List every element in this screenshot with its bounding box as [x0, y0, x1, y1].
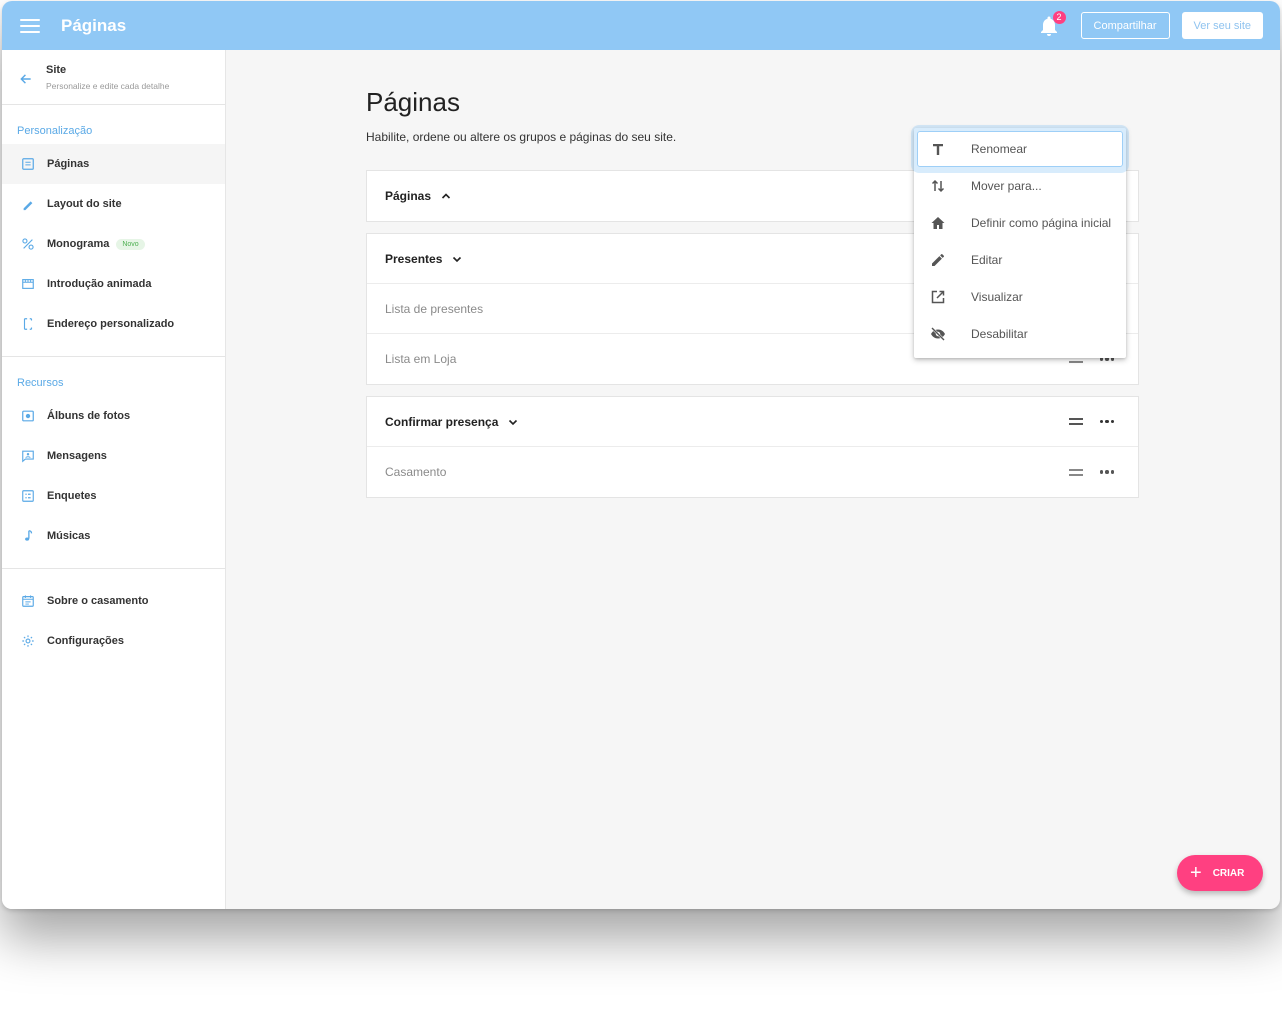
new-badge: Novo — [116, 238, 145, 250]
sidebar-item-albuns[interactable]: Álbuns de fotos — [2, 396, 225, 436]
group-title: Páginas — [385, 189, 432, 203]
menu-item-label: Visualizar — [971, 289, 1023, 304]
group-toggle[interactable]: Presentes — [385, 252, 462, 266]
film-icon — [21, 277, 35, 291]
more-options-icon[interactable] — [1099, 419, 1114, 424]
menu-item-preview[interactable]: Visualizar — [914, 278, 1126, 315]
menu-item-edit[interactable]: Editar — [914, 241, 1126, 278]
sidebar-item-label: Configurações — [47, 635, 125, 647]
sidebar-subtitle: Personalize e edite cada detalhe — [46, 81, 170, 91]
group-toggle[interactable]: Páginas — [385, 189, 451, 203]
sidebar-item-sobre[interactable]: Sobre o casamento — [2, 581, 225, 621]
pencil-icon — [930, 252, 946, 268]
notification-badge: 2 — [1052, 10, 1066, 24]
poll-icon — [21, 489, 35, 503]
calendar-icon — [21, 594, 35, 608]
more-options-icon[interactable] — [1099, 470, 1114, 474]
swap-vertical-icon — [930, 178, 946, 194]
sidebar-item-monograma[interactable]: Monograma Novo — [2, 224, 225, 264]
context-menu: Renomear Mover para... Definir como pági… — [914, 128, 1126, 358]
plus-icon: + — [1190, 862, 1202, 884]
page-name: Casamento — [385, 465, 447, 479]
sidebar-item-label: Endereço personalizado — [47, 318, 175, 330]
sidebar-item-configuracoes[interactable]: Configurações — [2, 621, 225, 661]
sidebar-item-label: Introdução animada — [47, 278, 152, 290]
menu-item-rename[interactable]: Renomear — [917, 131, 1123, 167]
drag-handle-icon[interactable] — [1068, 468, 1083, 476]
menu-item-label: Desabilitar — [971, 326, 1028, 341]
chevron-down-icon — [509, 419, 518, 425]
app-window: Páginas 2 Compartilhar Ver seu site Site… — [2, 1, 1280, 909]
section-title-resources: Recursos — [17, 377, 64, 389]
sidebar-item-musicas[interactable]: Músicas — [2, 516, 225, 556]
menu-item-label: Editar — [971, 252, 1003, 267]
gear-icon — [21, 634, 35, 648]
sidebar-item-label: Páginas — [47, 158, 90, 170]
sidebar-item-endereco[interactable]: Endereço personalizado — [2, 304, 225, 344]
eye-off-icon — [930, 326, 946, 342]
sidebar-item-layout[interactable]: Layout do site — [2, 184, 225, 224]
sidebar-item-label: Álbuns de fotos — [47, 410, 131, 422]
create-button[interactable]: + CRIAR — [1177, 855, 1263, 891]
page-description: Habilite, ordene ou altere os grupos e p… — [366, 130, 677, 144]
section-title-personalization: Personalização — [17, 125, 93, 137]
app-title: Páginas — [61, 15, 127, 35]
sidebar: Site Personalize e edite cada detalhe Pe… — [2, 50, 226, 909]
group-toggle[interactable]: Confirmar presença — [385, 415, 518, 429]
group-card: Confirmar presença Casamento — [366, 396, 1139, 498]
chevron-down-icon — [453, 256, 462, 262]
sidebar-item-paginas[interactable]: Páginas — [2, 144, 225, 184]
photo-album-icon — [21, 409, 35, 423]
menu-item-label: Renomear — [971, 142, 1028, 156]
sidebar-item-introducao[interactable]: Introdução animada — [2, 264, 225, 304]
menu-item-label: Mover para... — [971, 178, 1042, 193]
group-title: Presentes — [385, 251, 443, 266]
hamburger-menu-icon[interactable] — [20, 18, 40, 33]
page-name: Lista de presentes — [385, 301, 484, 316]
sidebar-item-label: Mensagens — [47, 450, 107, 462]
sidebar-item-label: Monograma — [47, 238, 110, 250]
group-header-row: Confirmar presença — [367, 397, 1138, 447]
sidebar-item-label: Enquetes — [47, 490, 97, 502]
sidebar-item-mensagens[interactable]: Mensagens — [2, 436, 225, 476]
drag-handle-icon[interactable] — [1068, 418, 1083, 425]
text-icon — [930, 141, 946, 157]
sidebar-item-label: Layout do site — [47, 198, 122, 210]
message-icon — [21, 449, 35, 463]
menu-item-label: Definir como página inicial — [971, 215, 1112, 230]
open-external-icon — [930, 289, 946, 305]
sidebar-item-label: Músicas — [47, 530, 91, 542]
create-button-label: CRIAR — [1212, 867, 1245, 879]
page-row: Casamento — [367, 447, 1138, 497]
sidebar-title: Site — [46, 64, 67, 76]
home-icon — [930, 215, 946, 231]
chevron-up-icon — [441, 193, 451, 199]
page-icon — [21, 157, 35, 171]
group-title: Confirmar presença — [385, 414, 499, 429]
arrow-back-icon — [20, 74, 31, 84]
top-bar: Páginas 2 Compartilhar Ver seu site — [2, 1, 1280, 50]
sidebar-item-enquetes[interactable]: Enquetes — [2, 476, 225, 516]
notifications-button[interactable]: 2 — [1037, 10, 1066, 38]
menu-item-set-home[interactable]: Definir como página inicial — [914, 204, 1126, 241]
sidebar-back-header[interactable]: Site Personalize e edite cada detalhe — [2, 50, 225, 105]
brush-icon — [21, 197, 35, 211]
music-icon — [21, 529, 35, 543]
sidebar-item-label: Sobre o casamento — [47, 595, 149, 607]
monogram-icon — [21, 237, 35, 251]
page-name: Lista em Loja — [385, 352, 457, 366]
share-button[interactable]: Compartilhar — [1080, 12, 1170, 39]
view-site-button[interactable]: Ver seu site — [1181, 12, 1263, 39]
menu-item-disable[interactable]: Desabilitar — [914, 315, 1126, 352]
page-title: Páginas — [366, 87, 460, 117]
menu-item-move[interactable]: Mover para... — [914, 167, 1126, 204]
address-icon — [21, 317, 35, 331]
